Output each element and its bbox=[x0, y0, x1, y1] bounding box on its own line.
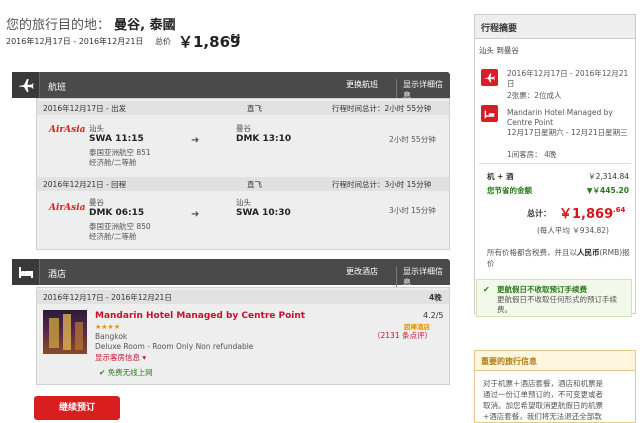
hotel-section-bar: 酒店 更改酒店 显示详细信息 bbox=[12, 259, 450, 288]
airasia-logo-return: AirAsia bbox=[49, 203, 86, 213]
travel-info-panel: 重要的旅行信息 对于机票＋酒店套餐，酒店和机票是 通过一份订单预订的，不可变更或… bbox=[474, 350, 636, 423]
info-line-4: +酒店套餐，我们将无法退还全部款 bbox=[483, 412, 602, 421]
summary-travellers: 2张票：2位成人 bbox=[507, 91, 562, 100]
notice-title: 更航假日不收取预订手续费 bbox=[497, 285, 587, 294]
outbound-duration: 2小时 55分钟 bbox=[389, 135, 436, 144]
arrow-right-icon: ➜ bbox=[191, 135, 200, 146]
hotel-dates-header: 2016年12月17日 - 2016年12月21日 4晚 bbox=[37, 290, 449, 304]
tax-note-1: 所有价格都含税费，并且以 bbox=[487, 248, 577, 257]
hotel-details-button[interactable]: 显示详细信息 bbox=[396, 266, 450, 288]
divider bbox=[479, 163, 631, 164]
hotel-city: Bangkok bbox=[95, 332, 128, 341]
hotel-stars: ★★★★ bbox=[95, 323, 121, 331]
plane-icon bbox=[12, 72, 40, 98]
destination: 曼谷, 泰國 bbox=[114, 18, 176, 33]
flight-section-body: 2016年12月17日 - 出发 直飞 行程时间总计：2小时 55分钟 AirA… bbox=[36, 98, 450, 250]
info-line-1: 对于机票＋酒店套餐，酒店和机票是 bbox=[483, 379, 603, 388]
summary-total-label: 总计： bbox=[527, 209, 551, 218]
return-cabin: 经济舱/二等舱 bbox=[89, 232, 137, 241]
change-flight-button[interactable]: 更换航班 bbox=[340, 79, 378, 90]
total-label: 总价 bbox=[155, 37, 171, 46]
summary-hotel-name: Mandarin Hotel Managed by Centre Point bbox=[507, 108, 613, 127]
notice-body: 更航假日不收取任何形式的预订手续费。 bbox=[497, 295, 617, 314]
summary-rooms: 1间客房： 4晚 bbox=[507, 150, 557, 159]
hotel-photo[interactable] bbox=[43, 310, 87, 354]
change-hotel-button[interactable]: 更改酒店 bbox=[340, 266, 378, 277]
return-total-time: 行程时间总计：3小时 15分钟 bbox=[332, 180, 432, 189]
return-header: 2016年12月21日 - 回程 直飞 行程时间总计：3小时 15分钟 bbox=[37, 177, 449, 191]
summary-total-price: ￥1,869 bbox=[559, 207, 614, 222]
hotel-rating: 4.2/5 bbox=[423, 311, 444, 320]
return-from-city: 曼谷 bbox=[89, 198, 104, 207]
outbound-total-time: 行程时间总计：2小时 55分钟 bbox=[332, 104, 432, 113]
info-line-2: 通过一份订单预订的，不可变更或者 bbox=[483, 390, 603, 399]
package-label: 机 + 酒 bbox=[487, 172, 514, 181]
reviews-link[interactable]: （2131 条点评） bbox=[373, 330, 432, 341]
savings-label: 您节省的金额 bbox=[487, 186, 532, 195]
flight-section-bar: 航班 更换航班 显示详细信息 bbox=[12, 72, 450, 101]
tax-note-currency: 人民币 bbox=[577, 248, 600, 257]
tax-note: 所有价格都含税费，并且以人民币(RMB)报价 bbox=[487, 247, 633, 269]
hotel-nights: 4晚 bbox=[429, 293, 442, 302]
return-date: 2016年12月21日 - 回程 bbox=[43, 180, 127, 189]
outbound-to-city: 曼谷 bbox=[236, 124, 251, 133]
return-to-code-time: SWA 10:30 bbox=[236, 208, 291, 218]
summary-hotel-dates: 12月17日星期六 - 12月21日星期三 bbox=[507, 128, 628, 137]
outbound-to-code-time: DMK 13:10 bbox=[236, 134, 292, 144]
check-icon: ✔ bbox=[99, 368, 106, 377]
summary-flight-dates: 2016年12月17日 - 2016年12月21日 bbox=[507, 69, 629, 88]
continue-booking-button[interactable]: 继续预订 bbox=[34, 396, 120, 420]
bed-icon bbox=[481, 105, 498, 122]
title-prefix: 您的旅行目的地： bbox=[6, 18, 111, 33]
trip-dates: 2016年12月17日 - 2016年12月21日 bbox=[6, 37, 144, 46]
outbound-cabin: 经济舱/二等舱 bbox=[89, 158, 137, 167]
return-from-code-time: DMK 06:15 bbox=[89, 208, 145, 218]
outbound-from-city: 汕头 bbox=[89, 124, 104, 133]
bed-icon bbox=[12, 259, 40, 285]
info-body: 对于机票＋酒店套餐，酒店和机票是 通过一份订单预订的，不可变更或者 取消。加您希… bbox=[483, 378, 633, 422]
summary-per-person: (每人平均 ￥934.82) bbox=[537, 226, 609, 235]
flight-section-title: 航班 bbox=[48, 83, 67, 93]
summary-title: 行程摘要 bbox=[475, 15, 635, 39]
page-title: 您的旅行目的地： 曼谷, 泰國 bbox=[6, 14, 176, 33]
arrow-right-icon: ➜ bbox=[191, 209, 200, 220]
info-line-3: 取消。加您希望取消更航假日的机票 bbox=[483, 401, 603, 410]
return-duration: 3小时 15分钟 bbox=[389, 206, 436, 215]
hotel-name-link[interactable]: Mandarin Hotel Managed by Centre Point bbox=[95, 311, 305, 321]
outbound-date: 2016年12月17日 - 出发 bbox=[43, 104, 127, 113]
outbound-type: 直飞 bbox=[247, 104, 262, 113]
wifi-feature: ✔ 免费无线上网 bbox=[99, 367, 153, 378]
package-price: ￥2,314.84 bbox=[588, 172, 629, 181]
info-title: 重要的旅行信息 bbox=[475, 351, 635, 371]
chevron-down-icon: ▾ bbox=[142, 353, 147, 362]
savings-value: ▼￥445.20 bbox=[586, 186, 629, 195]
total-price-decimal: .64 bbox=[228, 33, 241, 41]
airasia-logo-outbound: AirAsia bbox=[49, 125, 86, 135]
outbound-header: 2016年12月17日 - 出发 直飞 行程时间总计：2小时 55分钟 bbox=[37, 101, 449, 115]
show-room-info-link[interactable]: 显示客房信息 ▾ bbox=[95, 352, 146, 363]
plane-icon bbox=[481, 69, 498, 86]
no-fee-notice: ✔ 更航假日不收取预订手续费 更航假日不收取任何形式的预订手续费。 bbox=[476, 279, 632, 317]
summary-total-price-decimal: .64 bbox=[613, 206, 626, 214]
hotel-section-title: 酒店 bbox=[48, 270, 67, 280]
summary-route: 汕头 到曼谷 bbox=[479, 46, 519, 55]
return-type: 直飞 bbox=[247, 180, 262, 189]
trip-summary-panel: 行程摘要 汕头 到曼谷 2016年12月17日 - 2016年12月21日 2张… bbox=[474, 14, 636, 314]
hotel-section-body: 2016年12月17日 - 2016年12月21日 4晚 Mandarin Ho… bbox=[36, 287, 450, 385]
show-room-info-label: 显示客房信息 bbox=[95, 353, 140, 362]
hotel-dates: 2016年12月17日 - 2016年12月21日 bbox=[43, 293, 172, 302]
wifi-label: 免费无线上网 bbox=[107, 368, 153, 377]
outbound-from-code-time: SWA 11:15 bbox=[89, 134, 144, 144]
check-icon: ✔ bbox=[483, 285, 490, 294]
return-to-city: 汕头 bbox=[236, 198, 251, 207]
hotel-room: Deluxe Room - Room Only Non refundable bbox=[95, 342, 254, 351]
